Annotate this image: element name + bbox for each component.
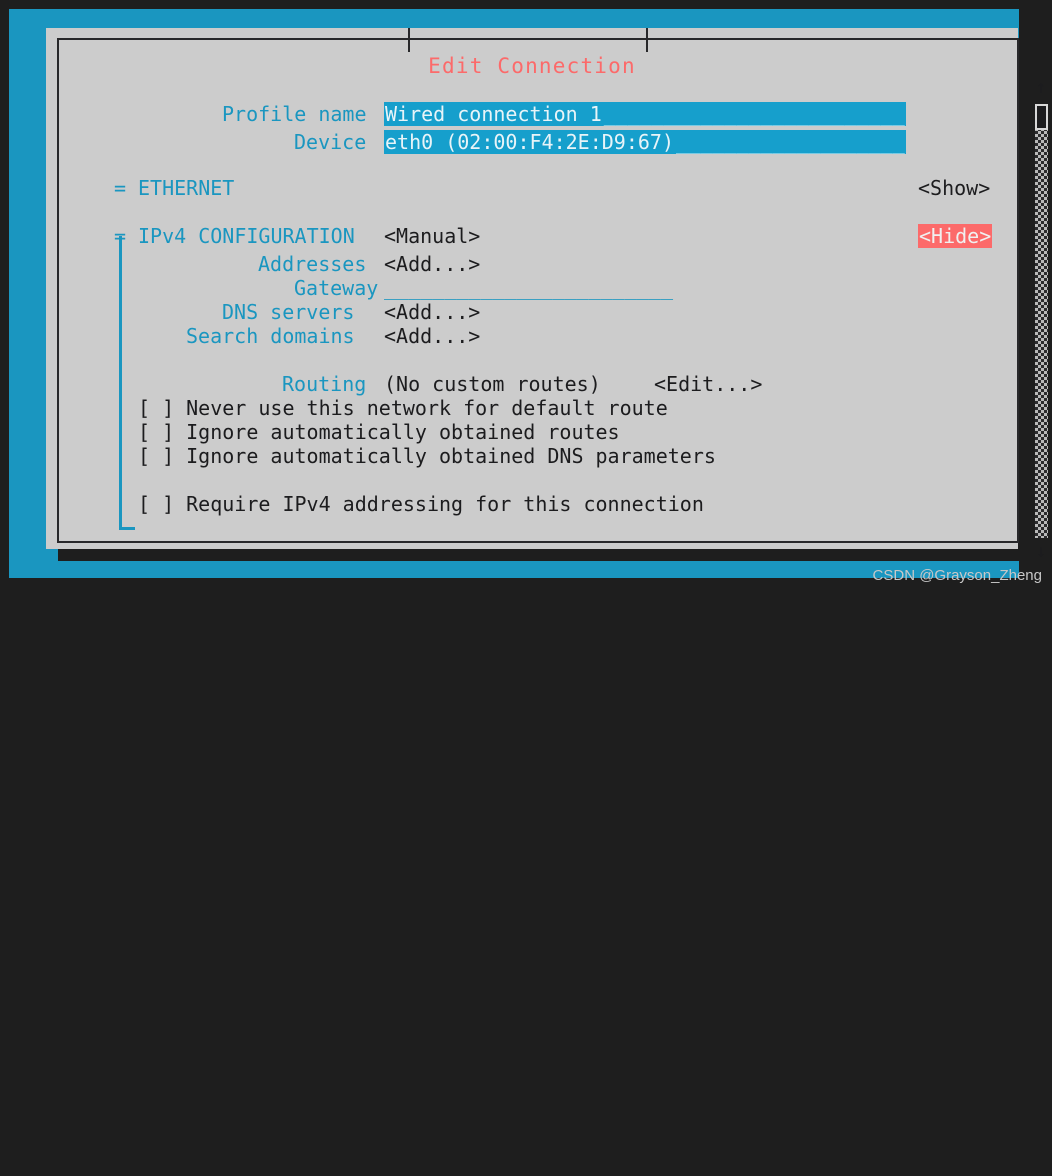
ipv4-section-title: IPv4 CONFIGURATION bbox=[138, 224, 355, 248]
dns-servers-add-button[interactable]: <Add...> bbox=[384, 300, 480, 324]
routing-status: (No custom routes) bbox=[384, 372, 601, 396]
addresses-add-button[interactable]: <Add...> bbox=[384, 252, 480, 276]
profile-name-input[interactable]: Wired connection 1 bbox=[384, 102, 603, 126]
scrollbar-track[interactable] bbox=[1035, 104, 1048, 538]
checkbox-ignore-auto-routes[interactable]: [ ] Ignore automatically obtained routes bbox=[138, 420, 620, 444]
profile-name-field[interactable]: Wired connection 1 ______________________… bbox=[384, 102, 906, 126]
profile-name-input-filler[interactable]: _________________________ bbox=[602, 102, 906, 126]
checkbox-require-ipv4-box[interactable]: [ ] bbox=[138, 492, 174, 516]
title-tick-left bbox=[408, 28, 410, 52]
gateway-input-underline[interactable]: ________________________ bbox=[384, 276, 673, 300]
dialog-scrollbar[interactable]: ↑ ↓ bbox=[1030, 78, 1052, 562]
checkbox-ignore-auto-dns-box[interactable]: [ ] bbox=[138, 444, 174, 468]
ipv4-hide-button[interactable]: <Hide> bbox=[918, 224, 993, 248]
scrollbar-up-arrow-icon[interactable]: ↑ bbox=[1030, 78, 1052, 98]
checkbox-ignore-auto-dns[interactable]: [ ] Ignore automatically obtained DNS par… bbox=[138, 444, 716, 468]
ipv4-mode-selector[interactable]: <Manual> bbox=[384, 224, 480, 248]
addresses-label: Addresses bbox=[258, 252, 367, 276]
terminal-screen: Edit Connection Profile name Wired conne… bbox=[0, 0, 1052, 588]
title-border-gap bbox=[406, 28, 656, 34]
device-input[interactable]: eth0 (02:00:F4:2E:D9:67) bbox=[384, 130, 675, 154]
dns-servers-label: DNS servers bbox=[222, 300, 355, 324]
scrollbar-down-arrow-icon[interactable]: ↓ bbox=[1030, 542, 1052, 562]
scrollbar-thumb[interactable] bbox=[1035, 104, 1048, 130]
checkbox-never-default-route-box[interactable]: [ ] bbox=[138, 396, 174, 420]
device-row: Device bbox=[294, 130, 366, 154]
ipv4-section-bracket-foot bbox=[119, 527, 135, 530]
checkbox-require-ipv4[interactable]: [ ] Require IPv4 addressing for this conn… bbox=[138, 492, 704, 516]
profile-name-row: Profile name bbox=[222, 102, 367, 126]
checkbox-ignore-auto-dns-label: Ignore automatically obtained DNS parame… bbox=[186, 444, 716, 468]
gateway-label: Gateway bbox=[294, 276, 379, 300]
profile-name-label: Profile name bbox=[222, 102, 367, 126]
device-input-filler[interactable]: ___________________ bbox=[674, 130, 906, 154]
routing-edit-button[interactable]: <Edit...> bbox=[654, 372, 762, 396]
dialog-content: Profile name Wired connection 1 _________… bbox=[46, 88, 993, 538]
checkbox-ignore-auto-routes-label: Ignore automatically obtained routes bbox=[186, 420, 620, 444]
search-domains-label: Search domains bbox=[186, 324, 355, 348]
checkbox-never-default-route[interactable]: [ ] Never use this network for default ro… bbox=[138, 396, 668, 420]
dialog-title: Edit Connection bbox=[428, 54, 636, 78]
device-label: Device bbox=[294, 130, 367, 154]
ethernet-section-title: ETHERNET bbox=[138, 176, 235, 200]
watermark-text: CSDN @Grayson_Zheng bbox=[872, 567, 1042, 584]
gateway-input[interactable]: ________________________ bbox=[384, 276, 673, 300]
checkbox-require-ipv4-label: Require IPv4 addressing for this connect… bbox=[186, 492, 704, 516]
ipv4-section-bracket-line bbox=[119, 236, 122, 530]
ethernet-show-button[interactable]: <Show> bbox=[918, 176, 990, 200]
checkbox-never-default-route-label: Never use this network for default route bbox=[186, 396, 668, 420]
edit-connection-dialog: Edit Connection Profile name Wired conne… bbox=[46, 28, 1048, 562]
title-tick-right bbox=[646, 28, 648, 52]
routing-label: Routing bbox=[282, 372, 367, 396]
search-domains-add-button[interactable]: <Add...> bbox=[384, 324, 480, 348]
ethernet-section-marker: = bbox=[114, 176, 127, 200]
checkbox-ignore-auto-routes-box[interactable]: [ ] bbox=[138, 420, 174, 444]
device-field[interactable]: eth0 (02:00:F4:2E:D9:67) ________________… bbox=[384, 130, 906, 154]
ipv4-hide-label[interactable]: <Hide> bbox=[918, 224, 993, 248]
